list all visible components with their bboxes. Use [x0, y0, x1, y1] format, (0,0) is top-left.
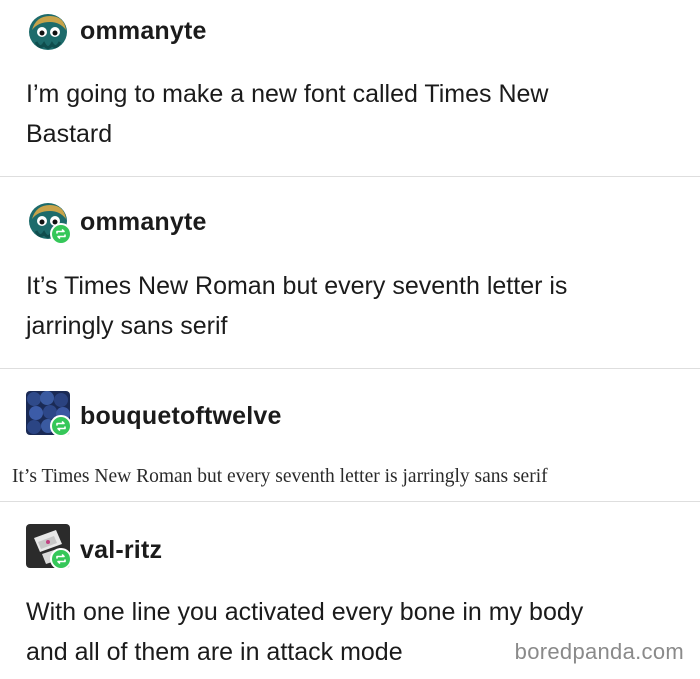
post-text: It’s Times New Roman but every seventh l…	[12, 466, 548, 487]
reblog-badge	[50, 548, 72, 570]
post-text-line-1: I’m going to make a new font called Time…	[26, 80, 549, 108]
username[interactable]: ommanyte	[80, 17, 207, 46]
watermark: boredpanda.com	[514, 639, 684, 664]
avatar[interactable]	[26, 10, 70, 54]
reblog-icon	[56, 229, 66, 239]
username[interactable]: val-ritz	[80, 536, 162, 565]
username[interactable]: ommanyte	[80, 208, 207, 237]
reblog-icon	[56, 421, 66, 431]
post-3: bouquetoftwelve It’s Times New Roman but…	[0, 369, 700, 501]
post-1: ommanyte I’m going to make a new font ca…	[0, 0, 700, 176]
reblog-badge	[50, 415, 72, 437]
reblog-badge	[50, 223, 72, 245]
post-2: ommanyte It’s Times New Roman but every …	[0, 177, 700, 368]
username[interactable]: bouquetoftwelve	[80, 402, 282, 431]
post-text-line-2: Bastard	[26, 120, 113, 148]
ammonite-avatar-icon	[26, 10, 70, 54]
post-text-line-1: It’s Times New Roman but every seventh l…	[26, 272, 568, 300]
post-text-line-2: and all of them are in attack mode	[26, 638, 403, 666]
post-text-line-1: With one line you activated every bone i…	[26, 598, 584, 626]
post-text-line-2: jarringly sans serif	[26, 312, 228, 340]
reblog-icon	[56, 554, 66, 564]
